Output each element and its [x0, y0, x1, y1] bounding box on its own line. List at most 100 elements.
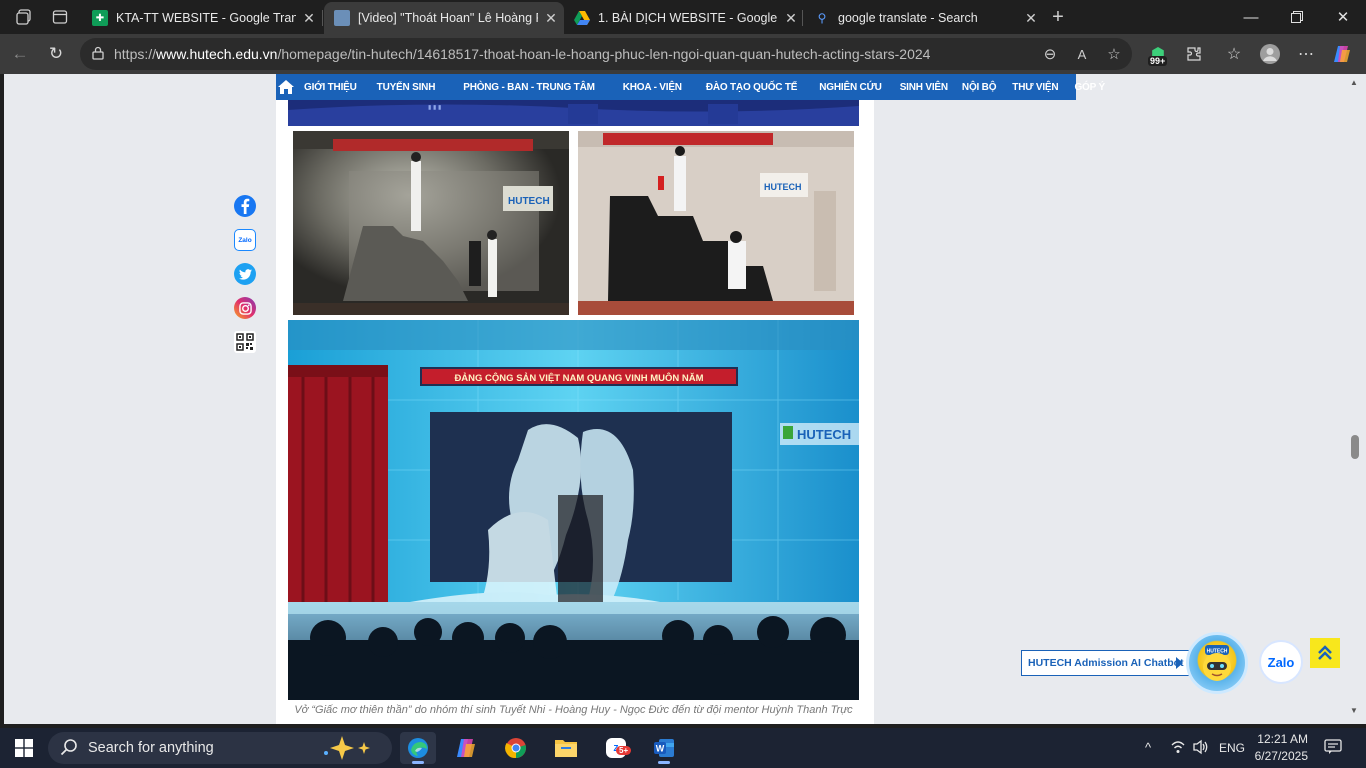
- extension-badge: 99+: [1148, 56, 1168, 66]
- close-window-icon[interactable]: ✕: [1320, 0, 1366, 34]
- nav-phong-ban[interactable]: PHÒNG - BAN - TRUNG TÂM: [445, 82, 613, 93]
- qr-code-icon[interactable]: [234, 331, 256, 353]
- close-tab-icon[interactable]: ✕: [778, 10, 804, 27]
- article-photo-stage-left: HUTECH: [293, 131, 569, 315]
- scroll-to-top-button[interactable]: [1310, 638, 1340, 668]
- chatbot-avatar-button[interactable]: HUTECH: [1186, 632, 1248, 694]
- nav-tuyen-sinh[interactable]: TUYỂN SINH: [367, 82, 446, 93]
- close-tab-icon[interactable]: ✕: [1018, 10, 1044, 27]
- home-icon[interactable]: [278, 74, 294, 100]
- favorite-star-icon[interactable]: ☆: [1104, 44, 1124, 64]
- clock-date: 6/27/2025: [1254, 749, 1308, 763]
- restore-icon[interactable]: [1274, 0, 1320, 34]
- extensions-icon[interactable]: [1182, 42, 1206, 66]
- address-bar[interactable]: https://www.hutech.edu.vn/homepage/tin-h…: [80, 38, 1132, 70]
- search-placeholder: Search for anything: [88, 740, 214, 756]
- tab-divider: [322, 10, 323, 26]
- page-scrollbar-track[interactable]: [1348, 74, 1366, 724]
- svg-text:HUTECH: HUTECH: [508, 196, 550, 207]
- taskbar-search-box[interactable]: Search for anything: [48, 732, 392, 764]
- network-icon[interactable]: [1170, 739, 1186, 758]
- stage-banner-text: ĐẢNG CỘNG SẢN VIỆT NAM QUANG VINH MUÔN N…: [454, 372, 703, 384]
- zoom-icon[interactable]: ⊖: [1040, 44, 1060, 64]
- svg-text:▮ ▮ ▮: ▮ ▮ ▮: [428, 105, 441, 111]
- tab-kta-tt-website[interactable]: ✚ KTA-TT WEBSITE - Google Trang t ✕: [82, 2, 322, 34]
- twitter-icon[interactable]: [234, 263, 256, 285]
- more-options-icon[interactable]: ⋯: [1294, 42, 1318, 66]
- show-hidden-icons-icon[interactable]: ^: [1145, 740, 1151, 755]
- new-tab-icon[interactable]: +: [1048, 6, 1068, 28]
- url-domain: www.hutech.edu.vn: [156, 46, 278, 62]
- page-scrollbar-thumb[interactable]: [1351, 435, 1359, 459]
- search-icon: [60, 738, 78, 761]
- google-drive-icon: [574, 10, 590, 26]
- lock-icon[interactable]: [91, 46, 105, 60]
- taskbar-file-explorer-icon[interactable]: [548, 732, 584, 764]
- facebook-icon[interactable]: [234, 195, 256, 217]
- google-sites-icon: ✚: [92, 10, 108, 26]
- photo-caption: Vở “Giấc mơ thiên thần” do nhóm thí sinh…: [294, 704, 853, 716]
- search-icon: ⚲: [817, 11, 827, 25]
- nav-noi-bo[interactable]: NỘI BỘ: [956, 82, 1004, 93]
- zalo-button-label: Zalo: [1267, 654, 1295, 670]
- clock[interactable]: 12:21 AM 6/27/2025: [1252, 732, 1308, 763]
- language-indicator[interactable]: ENG: [1219, 741, 1245, 755]
- favorites-icon[interactable]: ☆: [1222, 42, 1246, 66]
- nav-thu-vien[interactable]: THƯ VIỆN: [1004, 82, 1066, 93]
- browser-tab-bar: ✚ KTA-TT WEBSITE - Google Trang t ✕ [Vid…: [0, 0, 1366, 34]
- article-photo-stage-right: HUTECH: [578, 131, 854, 315]
- nav-dao-tao-quoc-te[interactable]: ĐÀO TẠO QUỐC TẾ: [696, 82, 807, 93]
- article-photo-top: ▮ ▮ ▮: [288, 100, 859, 126]
- windows-taskbar: Search for anything Z 5+ W ^ ENG 12:21 A…: [0, 728, 1366, 768]
- url-text[interactable]: https://www.hutech.edu.vn/homepage/tin-h…: [114, 46, 930, 62]
- zalo-icon[interactable]: Zalo: [234, 229, 256, 251]
- profile-avatar[interactable]: [1258, 42, 1282, 66]
- chatbot-label-arrow: [1176, 657, 1183, 669]
- taskbar-chrome-icon[interactable]: [498, 732, 534, 764]
- volume-icon[interactable]: [1192, 739, 1210, 758]
- tab-divider: [802, 10, 803, 26]
- chatbot-label[interactable]: HUTECH Admission AI Chatbot: [1021, 650, 1191, 676]
- tab-title: 1. BÀI DỊCH WEBSITE - Google Dr: [598, 11, 778, 25]
- nav-gop-y[interactable]: GÓP Ý: [1066, 82, 1115, 93]
- nav-gioi-thieu[interactable]: GIỚI THIỆU: [294, 82, 367, 93]
- sparkle-icon: [320, 735, 376, 766]
- tab-google-drive[interactable]: 1. BÀI DỊCH WEBSITE - Google Dr ✕: [564, 2, 804, 34]
- zalo-chat-button[interactable]: Zalo: [1259, 640, 1303, 684]
- active-indicator: [658, 761, 670, 764]
- back-icon[interactable]: ←: [9, 43, 31, 65]
- svg-text:W: W: [656, 744, 665, 754]
- article-photo-blue-stage: ĐẢNG CỘNG SẢN VIỆT NAM QUANG VINH MUÔN N…: [288, 320, 859, 700]
- notification-badge: 5+: [616, 746, 632, 755]
- nav-nghien-cuu[interactable]: NGHIÊN CỨU: [807, 82, 891, 93]
- minimize-icon[interactable]: —: [1228, 0, 1274, 34]
- taskbar-edge-icon[interactable]: [400, 732, 436, 764]
- taskbar-copilot-icon[interactable]: [448, 732, 484, 764]
- tab-google-translate-search[interactable]: ⚲ google translate - Search ✕: [804, 2, 1044, 34]
- tab-actions-icon[interactable]: [50, 7, 70, 27]
- active-indicator: [412, 761, 424, 764]
- page-viewport: GIỚI THIỆU TUYỂN SINH PHÒNG - BAN - TRUN…: [4, 74, 1348, 724]
- close-tab-icon[interactable]: ✕: [296, 10, 322, 27]
- instagram-icon[interactable]: [234, 297, 256, 319]
- refresh-icon[interactable]: ↻: [45, 43, 67, 65]
- tab-title: google translate - Search: [838, 11, 978, 25]
- tab-title: [Video] "Thoát Hoan" Lê Hoàng Ph: [358, 11, 538, 25]
- nav-sinh-vien[interactable]: SINH VIÊN: [892, 82, 956, 93]
- windows-start-icon[interactable]: [6, 732, 42, 764]
- scroll-up-icon[interactable]: ▲: [1350, 78, 1358, 87]
- page-thumbnail-icon: [334, 10, 350, 26]
- url-protocol: https://: [114, 46, 157, 62]
- nav-khoa-vien[interactable]: KHOA - VIỆN: [613, 82, 696, 93]
- notifications-icon[interactable]: [1324, 739, 1342, 758]
- tab-title: KTA-TT WEBSITE - Google Trang t: [116, 11, 296, 25]
- scroll-down-icon[interactable]: ▼: [1350, 706, 1358, 715]
- taskbar-zalo-icon[interactable]: Z 5+: [598, 732, 634, 764]
- close-tab-icon[interactable]: ✕: [538, 10, 564, 27]
- workspaces-icon[interactable]: [14, 7, 34, 27]
- browser-toolbar: ← ↻ https://www.hutech.edu.vn/homepage/t…: [0, 34, 1366, 74]
- copilot-icon[interactable]: [1330, 42, 1354, 66]
- read-aloud-icon[interactable]: A: [1072, 44, 1092, 64]
- tab-hutech-video[interactable]: [Video] "Thoát Hoan" Lê Hoàng Ph ✕: [324, 2, 564, 34]
- taskbar-word-icon[interactable]: W: [646, 732, 682, 764]
